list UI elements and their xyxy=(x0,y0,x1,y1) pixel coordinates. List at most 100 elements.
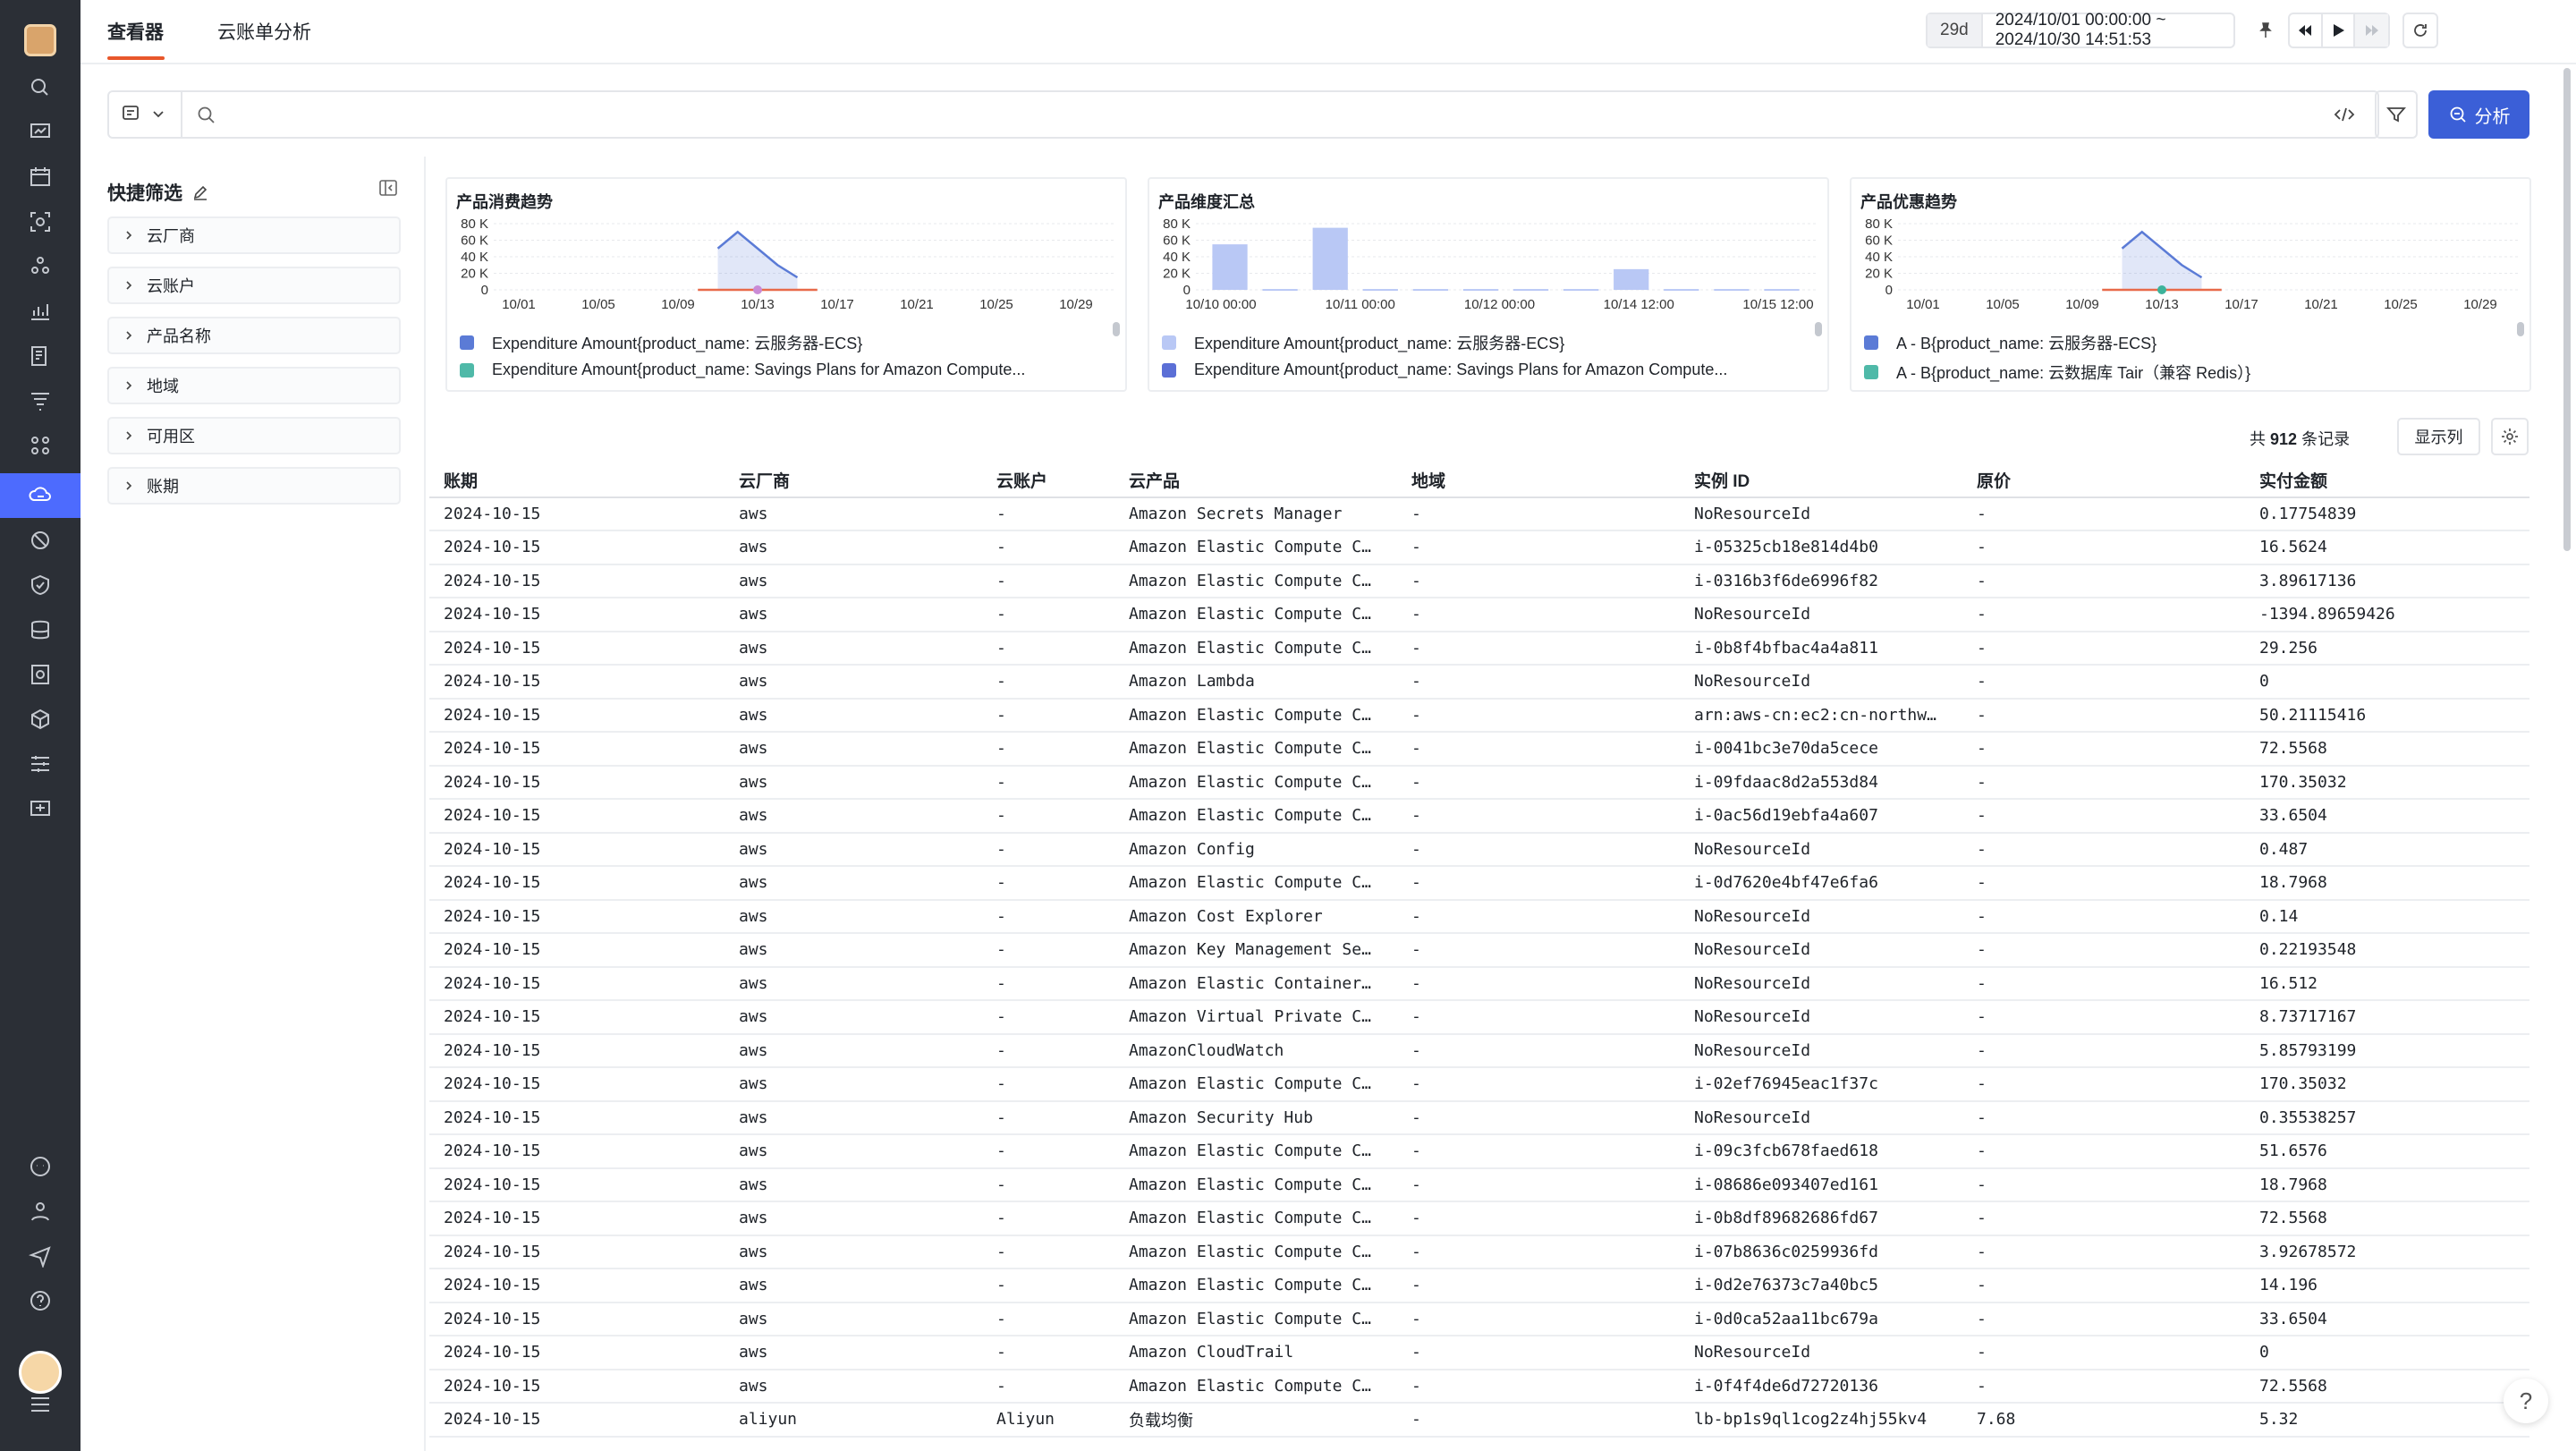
table-row[interactable]: 2024-10-15 aws - Amazon Elastic Compute C… -… xyxy=(429,1269,2529,1303)
apps-nav-item[interactable] xyxy=(0,423,80,468)
legend-item[interactable]: A - B{product_name: 云服务器-ECS} xyxy=(1864,331,2157,354)
filter-item[interactable]: 可用区 xyxy=(107,417,401,454)
cloud-billing-nav-item[interactable] xyxy=(0,473,80,518)
time-range-text[interactable]: 2024/10/01 00:00:00 ~ 2024/10/30 14:51:5… xyxy=(1983,11,2233,50)
search-input[interactable] xyxy=(225,99,2014,130)
time-range-short[interactable]: 29d xyxy=(1928,14,1983,47)
legend-item[interactable]: Expenditure Amount{product_name: Savings… xyxy=(1162,361,1727,379)
bar[interactable] xyxy=(1312,227,1348,290)
help-button[interactable]: ? xyxy=(2504,1379,2548,1423)
refresh-button[interactable] xyxy=(2402,13,2438,48)
legend-scrollbar[interactable] xyxy=(1815,322,1822,336)
table-row[interactable]: 2024-10-15 aws - Amazon Key Management Se… -… xyxy=(429,934,2529,968)
monitor-nav-item[interactable] xyxy=(0,786,80,831)
code-mode-button[interactable] xyxy=(2327,99,2361,130)
column-header[interactable]: 账期 xyxy=(444,468,478,492)
table-row[interactable]: 2024-10-15 aws - Amazon Elastic Compute C… -… xyxy=(429,565,2529,598)
vertical-scrollbar[interactable] xyxy=(2563,68,2571,551)
column-header[interactable]: 实付金额 xyxy=(2259,468,2327,492)
bar[interactable] xyxy=(1412,289,1449,292)
tab-viewer[interactable]: 查看器 xyxy=(107,18,164,45)
table-row[interactable]: 2024-10-15 aws - Amazon Elastic Compute C… -… xyxy=(429,1236,2529,1269)
search-nav-item[interactable] xyxy=(0,65,80,110)
bar[interactable] xyxy=(1212,244,1248,290)
filter-item[interactable]: 地域 xyxy=(107,367,401,404)
column-header[interactable]: 云账户 xyxy=(996,468,1047,492)
help-nav-item[interactable] xyxy=(0,1278,80,1323)
table-row[interactable]: 2024-10-15 aliyun Aliyun 负载均衡 - lb-bp1s9ql1co… xyxy=(429,1404,2529,1438)
scan-nav-item[interactable] xyxy=(0,199,80,244)
table-row[interactable]: 2024-10-15 aws - Amazon Elastic Compute C… -… xyxy=(429,1169,2529,1202)
column-header[interactable]: 云厂商 xyxy=(739,468,790,492)
integration-nav-item[interactable] xyxy=(0,697,80,742)
table-settings-button[interactable] xyxy=(2491,418,2529,455)
source-selector[interactable] xyxy=(122,104,165,123)
table-row[interactable]: 2024-10-15 aws - Amazon Lambda - NoResourceId… xyxy=(429,666,2529,700)
legend-scrollbar[interactable] xyxy=(1113,322,1120,336)
filter-button[interactable] xyxy=(2375,90,2418,139)
collapse-panel-button[interactable] xyxy=(378,178,398,202)
column-header[interactable]: 原价 xyxy=(1977,468,2011,492)
table-row[interactable]: 2024-10-15 aws - Amazon Secrets Manager - NoR… xyxy=(429,498,2529,531)
table-row[interactable]: 2024-10-15 aws - Amazon Cost Explorer - NoRes… xyxy=(429,901,2529,934)
table-row[interactable]: 2024-10-15 aws - Amazon Elastic Compute C… -… xyxy=(429,1370,2529,1404)
cluster-nav-item[interactable] xyxy=(0,244,80,289)
table-row[interactable]: 2024-10-15 aws - Amazon Virtual Private C… -… xyxy=(429,1001,2529,1035)
tab-cloud-bill-analysis[interactable]: 云账单分析 xyxy=(217,18,311,45)
fast-forward-button[interactable] xyxy=(2355,14,2388,47)
rewind-button[interactable] xyxy=(2290,14,2323,47)
table-row[interactable]: 2024-10-15 aws - Amazon Elastic Container… -… xyxy=(429,968,2529,1001)
bar[interactable] xyxy=(1513,289,1549,292)
pin-button[interactable] xyxy=(2248,13,2284,48)
bar[interactable] xyxy=(1714,289,1750,292)
user-avatar[interactable] xyxy=(19,1351,62,1394)
legend-item[interactable]: Expenditure Amount{product_name: Savings… xyxy=(460,361,1025,379)
legend-item[interactable]: Expenditure Amount{product_name: 云服务器-EC… xyxy=(1162,331,1564,354)
storage-nav-item[interactable] xyxy=(0,652,80,697)
table-row[interactable]: 2024-10-15 aws - Amazon Elastic Compute C… -… xyxy=(429,1135,2529,1169)
security-nav-item[interactable] xyxy=(0,563,80,607)
database-nav-item[interactable] xyxy=(0,607,80,652)
table-row[interactable]: 2024-10-15 aws - Amazon Config - NoResourceId… xyxy=(429,834,2529,867)
user-nav-item[interactable] xyxy=(0,1189,80,1234)
table-row[interactable]: 2024-10-15 aws - Amazon Elastic Compute C… -… xyxy=(429,1068,2529,1102)
ai-assistant-nav-item[interactable] xyxy=(0,1144,80,1189)
filter-item[interactable]: 账期 xyxy=(107,467,401,505)
log-nav-item[interactable] xyxy=(0,334,80,378)
table-row[interactable]: 2024-10-15 aws - Amazon Elastic Compute C… -… xyxy=(429,1202,2529,1236)
table-row[interactable]: 2024-10-15 aws - Amazon Elastic Compute C… -… xyxy=(429,700,2529,733)
legend-item[interactable]: A - B{product_name: 云数据库 Tair（兼容 Redis）} xyxy=(1864,361,2250,384)
filter-item[interactable]: 产品名称 xyxy=(107,317,401,354)
legend-item[interactable]: Expenditure Amount{product_name: 云服务器-EC… xyxy=(460,331,862,354)
table-row[interactable]: 2024-10-15 aws - Amazon Elastic Compute C… -… xyxy=(429,1303,2529,1336)
table-row[interactable]: 2024-10-15 aws - Amazon Elastic Compute C… -… xyxy=(429,800,2529,834)
legend-scrollbar[interactable] xyxy=(2517,322,2524,336)
bar[interactable] xyxy=(1664,289,1699,292)
bar[interactable] xyxy=(1614,268,1649,290)
dashboard-nav-item[interactable] xyxy=(0,110,80,155)
time-range-picker[interactable]: 29d 2024/10/01 00:00:00 ~ 2024/10/30 14:… xyxy=(1926,11,2235,50)
table-row[interactable]: 2024-10-15 aws - Amazon Elastic Compute C… -… xyxy=(429,867,2529,901)
bar[interactable] xyxy=(1262,289,1298,292)
analyze-button[interactable]: 分析 xyxy=(2428,90,2529,139)
table-row[interactable]: 2024-10-15 aws - Amazon Security Hub - NoReso… xyxy=(429,1102,2529,1135)
bar[interactable] xyxy=(1563,289,1599,292)
filter-item[interactable]: 云账户 xyxy=(107,267,401,304)
table-row[interactable]: 2024-10-15 aws - Amazon Elastic Compute C… -… xyxy=(429,531,2529,565)
column-header[interactable]: 实例 ID xyxy=(1694,468,1750,492)
table-row[interactable]: 2024-10-15 aws - AmazonCloudWatch - NoResourc… xyxy=(429,1035,2529,1068)
show-columns-button[interactable]: 显示列 xyxy=(2397,418,2480,455)
bar[interactable] xyxy=(1362,289,1398,292)
table-row[interactable]: 2024-10-15 aws - Amazon CloudTrail - NoResour… xyxy=(429,1336,2529,1370)
edit-icon[interactable] xyxy=(191,183,209,201)
trace-nav-item[interactable] xyxy=(0,378,80,423)
metrics-nav-item[interactable] xyxy=(0,289,80,334)
play-button[interactable] xyxy=(2323,14,2356,47)
column-header[interactable]: 云产品 xyxy=(1129,468,1180,492)
settings-sliders-nav-item[interactable] xyxy=(0,742,80,786)
app-logo[interactable] xyxy=(24,24,56,56)
column-header[interactable]: 地域 xyxy=(1411,468,1445,492)
table-row[interactable]: 2024-10-15 aws - Amazon Elastic Compute C… -… xyxy=(429,598,2529,632)
table-row[interactable]: 2024-10-15 aws - Amazon Elastic Compute C… -… xyxy=(429,632,2529,666)
bar[interactable] xyxy=(1462,289,1499,292)
